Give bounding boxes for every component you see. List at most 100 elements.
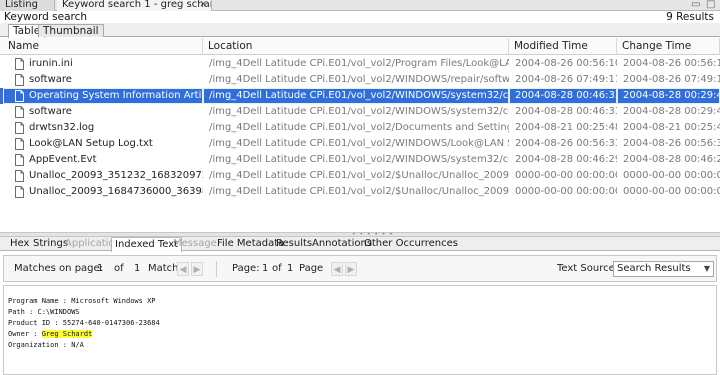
page-current: 1 (262, 263, 269, 274)
table-row[interactable]: Unalloc_20093_351232_1683209728/img_4Del… (0, 168, 720, 184)
tab-other-occurrences[interactable]: Other Occurrences (361, 237, 461, 251)
text-line: Program Name : Microsoft Windows XP (8, 297, 156, 305)
table-row[interactable]: Unalloc_20093_1684736000_3639811072/img_… (0, 184, 720, 200)
table-row[interactable]: drwtsn32.log/img_4Dell Latitude CPi.E01/… (0, 120, 720, 136)
file-icon (15, 170, 24, 182)
cell-modified-time[interactable]: 2004-08-28 00:46:33 KST (509, 104, 617, 120)
file-name: AppEvent.Evt (29, 154, 97, 165)
content-viewer-tabs: Hex Strings Application Indexed Text Mes… (0, 237, 720, 252)
tab-keyword-search[interactable]: Keyword search 1 - greg schardt ✕ (57, 0, 212, 11)
table-row[interactable]: Look@LAN Setup Log.txt/img_4Dell Latitud… (0, 136, 720, 152)
matches-current: 1 (97, 263, 104, 274)
indexed-text-pane[interactable]: Program Name : Microsoft Windows XP Path… (3, 285, 717, 375)
table-row[interactable]: AppEvent.Evt/img_4Dell Latitude CPi.E01/… (0, 152, 720, 168)
cell-modified-time[interactable]: 2004-08-28 00:46:29 KST (509, 152, 617, 168)
cell-change-time[interactable]: 2004-08-21 00:25:48 KST (617, 120, 720, 136)
file-name: software (29, 106, 72, 117)
tab-listing[interactable]: Listing (0, 0, 55, 11)
file-icon (15, 58, 24, 70)
previous-match-icon[interactable]: ◀ (177, 262, 189, 276)
cell-modified-time[interactable]: 0000-00-00 00:00:00 (509, 184, 617, 200)
table-row[interactable]: software/img_4Dell Latitude CPi.E01/vol_… (0, 104, 720, 120)
cell-location[interactable]: /img_4Dell Latitude CPi.E01/vol_vol2/WIN… (203, 88, 509, 104)
cell-name[interactable]: Look@LAN Setup Log.txt (3, 136, 203, 152)
column-header-name[interactable]: Name (3, 38, 203, 55)
cell-change-time[interactable]: 2004-08-26 00:56:33 KST (617, 136, 720, 152)
file-name: Look@LAN Setup Log.txt (29, 138, 153, 149)
cell-change-time[interactable]: 2004-08-28 00:29:44 KST (617, 88, 720, 104)
file-icon (15, 186, 24, 198)
text-source-select[interactable]: Search Results ▼ (613, 261, 714, 277)
close-icon[interactable]: ✕ (199, 0, 207, 10)
cell-name[interactable]: Operating System Information Artifact (3, 88, 203, 104)
cell-name[interactable]: Unalloc_20093_351232_1683209728 (3, 168, 203, 184)
table-row[interactable]: irunin.ini/img_4Dell Latitude CPi.E01/vo… (0, 56, 720, 72)
file-name: irunin.ini (29, 58, 73, 69)
file-name: software (29, 74, 72, 85)
column-header-location[interactable]: Location (203, 38, 509, 55)
cell-modified-time[interactable]: 2004-08-26 00:56:33 KST (509, 136, 617, 152)
document-tab-strip: Listing Keyword search 1 - greg schardt … (0, 0, 720, 11)
cell-location[interactable]: /img_4Dell Latitude CPi.E01/vol_vol2/WIN… (203, 104, 509, 120)
panel-title: Keyword search (4, 11, 88, 23)
cell-change-time[interactable]: 2004-08-26 07:49:12 KST (617, 72, 720, 88)
matches-of: of (114, 263, 124, 274)
file-name: Operating System Information Artifact (29, 90, 203, 101)
cell-modified-time[interactable]: 2004-08-26 07:49:11 KST (509, 72, 617, 88)
indexed-text-toolbar: Matches on page: 1 of 1 Match ◀ ▶ Page: … (3, 255, 717, 282)
text-line: Owner : Greg Schardt (8, 330, 93, 338)
cell-name[interactable]: irunin.ini (3, 56, 203, 72)
cell-change-time[interactable]: 2004-08-28 00:29:44 KST (617, 104, 720, 120)
file-icon (15, 74, 24, 86)
minimize-icon[interactable]: ▭ (691, 0, 700, 10)
cell-change-time[interactable]: 2004-08-28 00:46:29 KST (617, 152, 720, 168)
cell-name[interactable]: software (3, 104, 203, 120)
table-row[interactable]: Operating System Information Artifact/im… (0, 88, 720, 104)
tab-message: Message (173, 238, 217, 249)
page-total: 1 (287, 263, 294, 274)
chevron-down-icon: ▼ (703, 264, 710, 273)
cell-change-time[interactable]: 0000-00-00 00:00:00 (617, 168, 720, 184)
cell-modified-time[interactable]: 2004-08-26 00:56:10 KST (509, 56, 617, 72)
cell-name[interactable]: software (3, 72, 203, 88)
file-icon (15, 138, 24, 150)
cell-name[interactable]: Unalloc_20093_1684736000_3639811072 (3, 184, 203, 200)
column-header-change-time[interactable]: Change Time (617, 38, 720, 55)
view-tab-bar: Table Thumbnail (0, 23, 720, 38)
cell-change-time[interactable]: 0000-00-00 00:00:00 (617, 184, 720, 200)
table-row[interactable]: software/img_4Dell Latitude CPi.E01/vol_… (0, 72, 720, 88)
search-highlight: Greg Schardt (41, 330, 93, 338)
cell-location[interactable]: /img_4Dell Latitude CPi.E01/vol_vol2/WIN… (203, 136, 509, 152)
text-line: Product ID : 55274-640-0147306-23684 (8, 319, 160, 327)
cell-location[interactable]: /img_4Dell Latitude CPi.E01/vol_vol2/$Un… (203, 168, 509, 184)
cell-name[interactable]: drwtsn32.log (3, 120, 203, 136)
cell-location[interactable]: /img_4Dell Latitude CPi.E01/vol_vol2/WIN… (203, 152, 509, 168)
cell-change-time[interactable]: 2004-08-26 00:56:10 KST (617, 56, 720, 72)
matches-on-page-label: Matches on page: (14, 263, 104, 274)
cell-name[interactable]: AppEvent.Evt (3, 152, 203, 168)
splitter-grip-icon: • • • • • • (352, 231, 394, 238)
maximize-icon[interactable]: □ (706, 0, 715, 10)
cell-location[interactable]: /img_4Dell Latitude CPi.E01/vol_vol2/Doc… (203, 120, 509, 136)
file-icon (15, 154, 24, 166)
file-icon (15, 106, 24, 118)
cell-location[interactable]: /img_4Dell Latitude CPi.E01/vol_vol2/$Un… (203, 184, 509, 200)
cell-modified-time[interactable]: 0000-00-00 00:00:00 (509, 168, 617, 184)
cell-location[interactable]: /img_4Dell Latitude CPi.E01/vol_vol2/WIN… (203, 72, 509, 88)
cell-modified-time[interactable]: 2004-08-28 00:46:33 KST (509, 88, 617, 104)
next-page-icon[interactable]: ▶ (345, 262, 357, 276)
cell-modified-time[interactable]: 2004-08-21 00:25:48 KST (509, 120, 617, 136)
text-source-label: Text Source: (557, 263, 619, 274)
tab-thumbnail[interactable]: Thumbnail (38, 24, 104, 37)
next-match-icon[interactable]: ▶ (191, 262, 203, 276)
toolbar-divider (216, 261, 217, 277)
text-line: Path : C:\WINDOWS (8, 308, 80, 316)
cell-location[interactable]: /img_4Dell Latitude CPi.E01/vol_vol2/Pro… (203, 56, 509, 72)
results-count: 9 Results (666, 11, 714, 23)
page-word: Page (299, 263, 324, 274)
previous-page-icon[interactable]: ◀ (331, 262, 343, 276)
tab-hex[interactable]: Hex (7, 237, 32, 251)
file-name: Unalloc_20093_1684736000_3639811072 (29, 186, 203, 197)
match-label: Match (148, 263, 179, 274)
column-header-modified-time[interactable]: Modified Time (509, 38, 617, 55)
